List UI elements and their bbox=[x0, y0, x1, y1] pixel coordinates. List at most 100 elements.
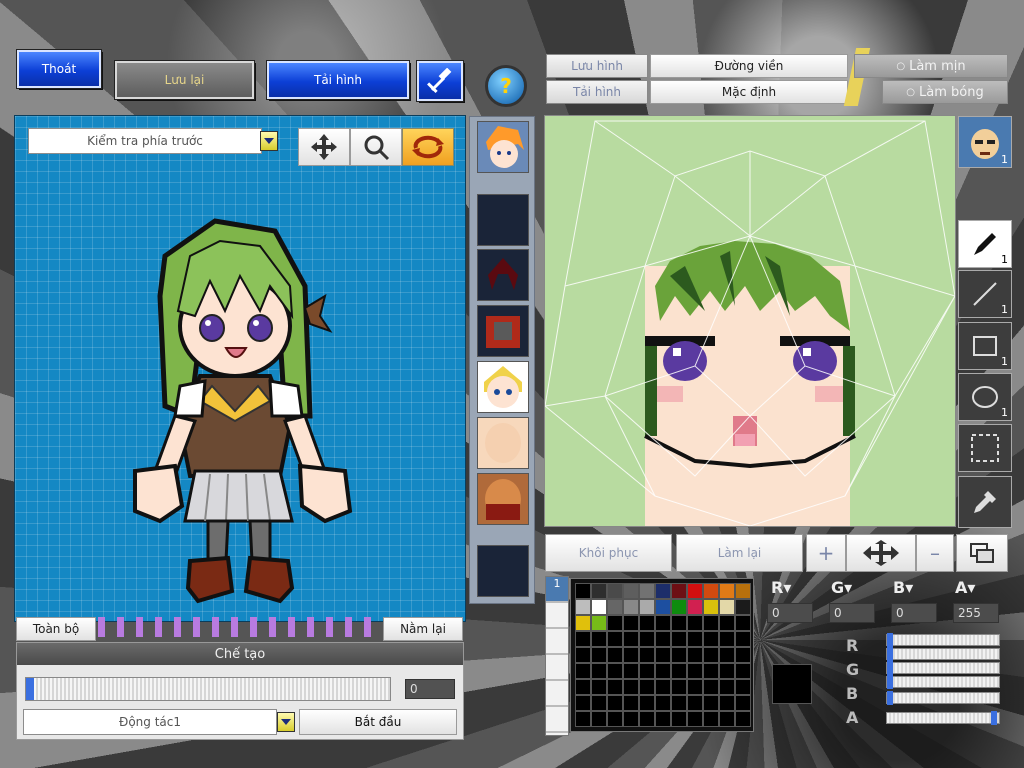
palette-tab-1[interactable]: 1 bbox=[546, 577, 568, 601]
palette-swatch[interactable] bbox=[735, 695, 751, 711]
palette-swatch[interactable] bbox=[703, 583, 719, 599]
color-palette[interactable] bbox=[570, 578, 754, 732]
g-slider-knob[interactable] bbox=[887, 661, 893, 675]
palette-swatch[interactable] bbox=[655, 647, 671, 663]
layer-button[interactable] bbox=[956, 534, 1008, 572]
palette-swatch[interactable] bbox=[735, 631, 751, 647]
palette-swatch[interactable] bbox=[639, 695, 655, 711]
palette-swatch[interactable] bbox=[591, 679, 607, 695]
pan-button[interactable] bbox=[846, 534, 916, 572]
default-button[interactable]: Mặc định bbox=[650, 80, 848, 104]
palette-swatch[interactable] bbox=[623, 615, 639, 631]
restore-button[interactable]: Khôi phục bbox=[545, 534, 672, 572]
b-value-field[interactable]: 0 bbox=[891, 603, 937, 623]
palette-swatch[interactable] bbox=[655, 599, 671, 615]
palette-swatch[interactable] bbox=[607, 599, 623, 615]
part-slot-hair-face[interactable] bbox=[477, 121, 529, 173]
palette-swatch[interactable] bbox=[591, 631, 607, 647]
palette-swatch[interactable] bbox=[655, 711, 671, 727]
palette-swatch[interactable] bbox=[623, 583, 639, 599]
shine-option[interactable]: ○ Làm bóng bbox=[882, 80, 1008, 104]
rotate-tool-button[interactable] bbox=[402, 128, 454, 166]
v-slider-knob[interactable] bbox=[887, 691, 893, 705]
palette-swatch[interactable] bbox=[719, 583, 735, 599]
palette-swatch[interactable] bbox=[735, 679, 751, 695]
palette-swatch[interactable] bbox=[655, 583, 671, 599]
palette-swatch[interactable] bbox=[655, 631, 671, 647]
palette-swatch[interactable] bbox=[607, 631, 623, 647]
palette-swatch[interactable] bbox=[703, 711, 719, 727]
h-slider-knob[interactable] bbox=[887, 633, 893, 647]
palette-swatch[interactable] bbox=[607, 663, 623, 679]
exit-button[interactable]: Thoát bbox=[17, 50, 101, 88]
palette-swatch[interactable] bbox=[687, 695, 703, 711]
palette-swatch[interactable] bbox=[607, 615, 623, 631]
texture-editor-canvas[interactable] bbox=[544, 115, 956, 527]
palette-swatch[interactable] bbox=[671, 599, 687, 615]
palette-swatch[interactable] bbox=[591, 599, 607, 615]
part-slot-hair[interactable] bbox=[477, 249, 529, 301]
pen-tool[interactable]: 1 bbox=[958, 220, 1012, 268]
palette-swatch[interactable] bbox=[671, 711, 687, 727]
palette-swatch[interactable] bbox=[639, 679, 655, 695]
view-select-arrow-icon[interactable] bbox=[260, 131, 278, 151]
palette-swatch[interactable] bbox=[591, 647, 607, 663]
save-image-button[interactable]: Lưu hình bbox=[546, 54, 648, 78]
smooth-radio-icon[interactable]: ○ bbox=[896, 61, 905, 72]
v-slider[interactable] bbox=[886, 691, 1000, 705]
palette-swatch[interactable] bbox=[607, 711, 623, 727]
palette-swatch[interactable] bbox=[703, 695, 719, 711]
palette-swatch[interactable] bbox=[575, 647, 591, 663]
palette-swatch[interactable] bbox=[671, 583, 687, 599]
palette-swatch[interactable] bbox=[591, 711, 607, 727]
g-value-field[interactable]: 0 bbox=[829, 603, 875, 623]
palette-swatch[interactable] bbox=[575, 679, 591, 695]
part-slot-empty-2[interactable] bbox=[477, 545, 529, 597]
palette-swatch[interactable] bbox=[575, 583, 591, 599]
r-slider-knob[interactable] bbox=[887, 647, 893, 661]
palette-swatch[interactable] bbox=[607, 583, 623, 599]
palette-swatch[interactable] bbox=[735, 599, 751, 615]
palette-swatch[interactable] bbox=[623, 711, 639, 727]
help-button[interactable]: ? bbox=[485, 65, 527, 107]
palette-swatch[interactable] bbox=[671, 663, 687, 679]
action-select[interactable]: Động tác1 bbox=[23, 709, 277, 735]
palette-swatch[interactable] bbox=[735, 583, 751, 599]
shine-radio-icon[interactable]: ○ bbox=[906, 87, 915, 98]
b-slider-knob[interactable] bbox=[887, 675, 893, 689]
zoom-tool-button[interactable] bbox=[350, 128, 402, 166]
h-slider[interactable] bbox=[886, 633, 1000, 647]
palette-swatch[interactable] bbox=[735, 711, 751, 727]
palette-swatch[interactable] bbox=[591, 615, 607, 631]
palette-swatch[interactable] bbox=[735, 647, 751, 663]
palette-swatch[interactable] bbox=[607, 679, 623, 695]
palette-swatch[interactable] bbox=[607, 695, 623, 711]
part-slot-face-blank[interactable] bbox=[477, 417, 529, 469]
palette-swatch[interactable] bbox=[687, 647, 703, 663]
palette-swatch[interactable] bbox=[703, 615, 719, 631]
line-tool[interactable]: 1 bbox=[958, 270, 1012, 318]
palette-swatch[interactable] bbox=[703, 679, 719, 695]
palette-swatch[interactable] bbox=[687, 599, 703, 615]
palette-swatch[interactable] bbox=[591, 583, 607, 599]
all-button[interactable]: Toàn bộ bbox=[16, 617, 96, 641]
palette-swatch[interactable] bbox=[639, 711, 655, 727]
palette-swatch[interactable] bbox=[719, 663, 735, 679]
palette-swatch[interactable] bbox=[671, 615, 687, 631]
a-slider-knob[interactable] bbox=[991, 711, 997, 725]
palette-swatch[interactable] bbox=[639, 615, 655, 631]
palette-swatch[interactable] bbox=[687, 583, 703, 599]
palette-swatch[interactable] bbox=[671, 631, 687, 647]
palette-swatch[interactable] bbox=[719, 631, 735, 647]
palette-swatch[interactable] bbox=[623, 679, 639, 695]
view-select[interactable]: Kiểm tra phía trước bbox=[28, 128, 262, 154]
palette-swatch[interactable] bbox=[687, 631, 703, 647]
ellipse-tool[interactable]: 1 bbox=[958, 373, 1012, 421]
lie-button[interactable]: Nằm lại bbox=[383, 617, 463, 641]
palette-swatch[interactable] bbox=[671, 695, 687, 711]
avatar-tool[interactable]: 1 bbox=[958, 116, 1012, 168]
palette-swatch[interactable] bbox=[719, 647, 735, 663]
selection-tool[interactable] bbox=[958, 424, 1012, 472]
palette-tabs[interactable]: 1 bbox=[545, 576, 569, 736]
palette-swatch[interactable] bbox=[703, 631, 719, 647]
